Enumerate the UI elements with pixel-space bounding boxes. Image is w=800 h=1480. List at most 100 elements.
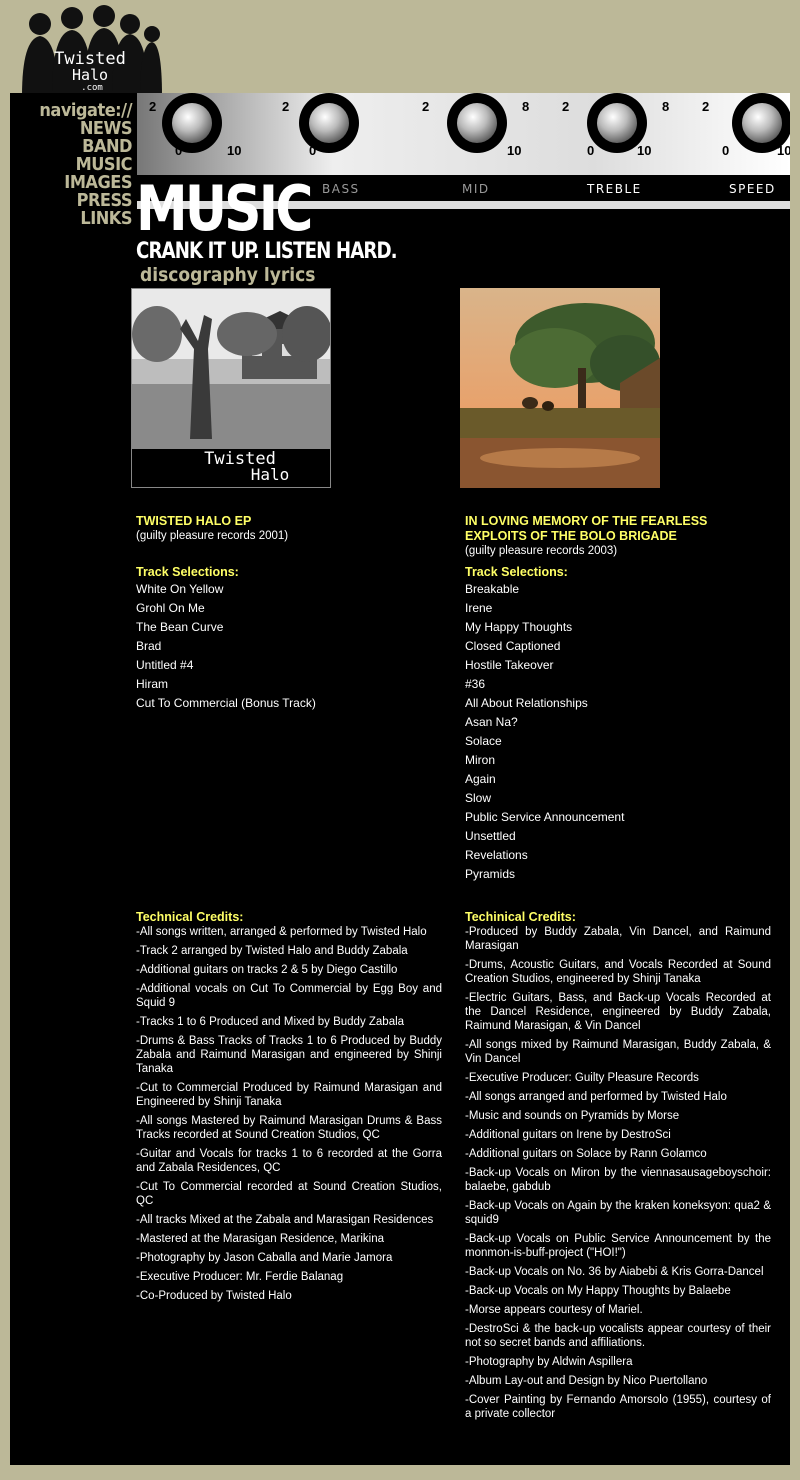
- track-item: Breakable: [465, 582, 520, 596]
- credit-item: -Back-up Vocals on Again by the kraken k…: [465, 1200, 771, 1226]
- svg-text:2: 2: [702, 99, 709, 114]
- track-item: The Bean Curve: [136, 620, 224, 634]
- credit-item: -Back-up Vocals on No. 36 by Aiabebi & K…: [465, 1266, 764, 1278]
- credit-item: -DestroSci & the back-up vocalists appea…: [465, 1323, 771, 1349]
- main-nav: navigate:// NEWS BAND MUSIC IMAGES PRESS…: [24, 102, 132, 228]
- credit-item: -Photography by Aldwin Aspillera: [465, 1356, 633, 1368]
- album2-label: (guilty pleasure records 2003): [465, 545, 618, 557]
- track-item: All About Relationships: [465, 696, 588, 710]
- logo-text-2: Halo: [72, 66, 108, 84]
- album1-credits-heading: Technical Credits:: [136, 910, 244, 924]
- track-item: Public Service Announcement: [465, 810, 625, 824]
- credit-item: -Co-Produced by Twisted Halo: [136, 1290, 292, 1302]
- credit-item: -Back-up Vocals on Miron by the viennasa…: [465, 1167, 771, 1193]
- credit-item: -Back-up Vocals on Public Service Announ…: [465, 1233, 771, 1259]
- svg-text:0: 0: [587, 143, 594, 158]
- credit-item: -Additional guitars on tracks 2 & 5 by D…: [136, 964, 398, 976]
- credit-item: -Cover Painting by Fernando Amorsolo (19…: [465, 1394, 771, 1420]
- site-logo[interactable]: Twisted Halo .com: [12, 4, 162, 96]
- cover1-text-2: Halo: [251, 465, 290, 484]
- credit-item: -All songs written, arranged & performed…: [136, 926, 427, 938]
- track-item: #36: [465, 677, 486, 691]
- credit-item: -Additional guitars on Irene by DestroSc…: [465, 1129, 671, 1141]
- logo-text-3: .com: [81, 83, 103, 93]
- track-item: Miron: [465, 753, 496, 767]
- track-item: Unsettled: [465, 829, 516, 843]
- album1-info: TWISTED HALO EP (guilty pleasure records…: [136, 514, 442, 713]
- svg-text:0: 0: [309, 143, 316, 158]
- nav-item-links[interactable]: LINKS: [24, 210, 132, 228]
- svg-text:10: 10: [227, 143, 241, 158]
- subnav-lyrics[interactable]: lyrics: [264, 264, 316, 286]
- album2-credits: Techinical Credits: -Produced by Buddy Z…: [465, 910, 771, 1426]
- track-item: Pyramids: [465, 867, 516, 881]
- credit-item: -Back-up Vocals on My Happy Thoughts by …: [465, 1285, 731, 1297]
- svg-text:8: 8: [662, 99, 669, 114]
- track-item: Revelations: [465, 848, 528, 862]
- credit-item: -Track 2 arranged by Twisted Halo and Bu…: [136, 945, 408, 957]
- track-item: Irene: [465, 601, 493, 615]
- svg-text:8: 8: [522, 99, 529, 114]
- credit-item: -Tracks 1 to 6 Produced and Mixed by Bud…: [136, 1016, 405, 1028]
- track-item: Brad: [136, 639, 162, 653]
- credit-item: -All tracks Mixed at the Zabala and Mara…: [136, 1214, 434, 1226]
- album2-credits-heading: Techinical Credits:: [465, 910, 576, 924]
- credit-item: -Additional guitars on Solace by Rann Go…: [465, 1148, 707, 1160]
- credit-item: -Cut to Commercial Produced by Raimund M…: [136, 1082, 442, 1108]
- album1-tracks-heading: Track Selections:: [136, 565, 239, 579]
- credit-item: -Executive Producer: Guilty Pleasure Rec…: [465, 1072, 699, 1084]
- track-item: Again: [465, 772, 496, 786]
- credit-item: -Additional vocals on Cut To Commercial …: [136, 983, 442, 1009]
- album2-tracks-heading: Track Selections:: [465, 565, 568, 579]
- credit-item: -Photography by Jason Caballa and Marie …: [136, 1252, 393, 1264]
- svg-text:10: 10: [637, 143, 651, 158]
- svg-text:2: 2: [422, 99, 429, 114]
- album2-info: IN LOVING MEMORY OF THE FEARLESS EXPLOIT…: [465, 514, 771, 884]
- credit-item: -Album Lay-out and Design by Nico Puerto…: [465, 1375, 708, 1387]
- album2-title: IN LOVING MEMORY OF THE FEARLESS EXPLOIT…: [465, 514, 708, 543]
- credit-item: -Music and sounds on Pyramids by Morse: [465, 1110, 680, 1122]
- credit-item: -Drums & Bass Tracks of Tracks 1 to 6 Pr…: [136, 1035, 442, 1075]
- amp-label-speed: SPEED: [729, 182, 776, 196]
- album1-credits: Technical Credits: -All songs written, a…: [136, 910, 442, 1308]
- amp-label-treble: TREBLE: [586, 182, 642, 196]
- svg-text:10: 10: [507, 143, 521, 158]
- amp-label-bass: BASS: [322, 182, 360, 196]
- svg-text:2: 2: [282, 99, 289, 114]
- credit-item: -Mastered at the Marasigan Residence, Ma…: [136, 1233, 385, 1245]
- track-item: Slow: [465, 791, 492, 805]
- svg-text:10: 10: [777, 143, 790, 158]
- sub-nav: discography lyrics: [140, 264, 315, 286]
- album1-label: (guilty pleasure records 2001): [136, 530, 289, 542]
- credit-item: -All songs arranged and performed by Twi…: [465, 1091, 727, 1103]
- credit-item: -Drums, Acoustic Guitars, and Vocals Rec…: [465, 959, 771, 985]
- svg-text:2: 2: [562, 99, 569, 114]
- credit-item: -Cut To Commercial recorded at Sound Cre…: [136, 1181, 442, 1207]
- page-title: MUSIC: [136, 172, 313, 245]
- credit-item: -Executive Producer: Mr. Ferdie Balanag: [136, 1271, 344, 1283]
- album1-title: TWISTED HALO EP: [136, 514, 252, 528]
- credit-item: -Produced by Buddy Zabala, Vin Dancel, a…: [465, 926, 771, 952]
- credit-item: -Guitar and Vocals for tracks 1 to 6 rec…: [136, 1148, 442, 1174]
- svg-text:0: 0: [722, 143, 729, 158]
- page-tagline: CRANK IT UP. LISTEN HARD.: [136, 239, 398, 264]
- album-cover-bolo-brigade[interactable]: [460, 288, 660, 488]
- credit-item: -Morse appears courtesy of Mariel.: [465, 1304, 643, 1316]
- track-item: Grohl On Me: [136, 601, 205, 615]
- track-item: My Happy Thoughts: [465, 620, 573, 634]
- track-item: White On Yellow: [136, 582, 224, 596]
- track-item: Hostile Takeover: [465, 658, 554, 672]
- svg-text:0: 0: [175, 143, 182, 158]
- credit-item: -Electric Guitars, Bass, and Back-up Voc…: [465, 992, 771, 1032]
- credit-item: -All songs mixed by Raimund Marasigan, B…: [465, 1039, 771, 1065]
- subnav-discography[interactable]: discography: [140, 264, 258, 286]
- track-item: Hiram: [136, 677, 168, 691]
- amp-label-mid: MID: [462, 182, 490, 196]
- track-item: Solace: [465, 734, 502, 748]
- credit-item: -All songs Mastered by Raimund Marasigan…: [136, 1115, 442, 1141]
- track-item: Closed Captioned: [465, 639, 561, 653]
- album-cover-twisted-halo-ep[interactable]: Twisted Halo: [131, 288, 331, 488]
- track-item: Cut To Commercial (Bonus Track): [136, 696, 316, 710]
- track-item: Untitled #4: [136, 658, 194, 672]
- track-item: Asan Na?: [465, 715, 518, 729]
